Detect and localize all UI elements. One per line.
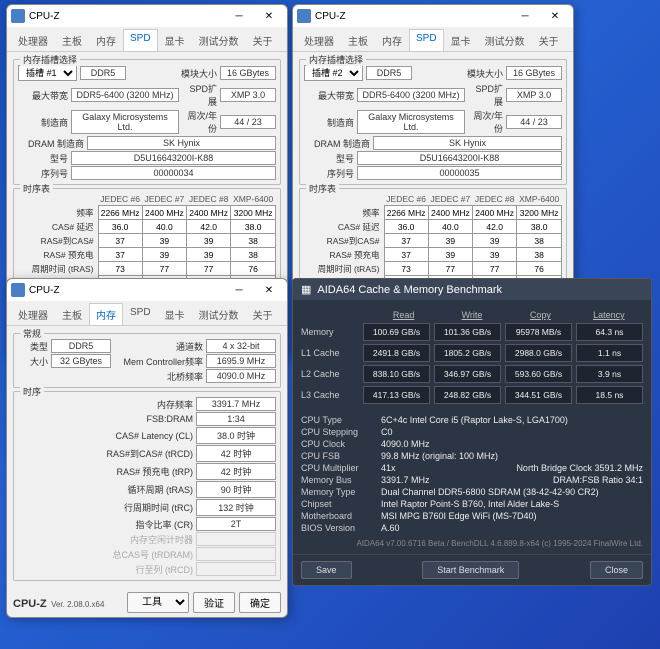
app-icon [297, 9, 311, 23]
window-title: CPU-Z [29, 285, 225, 296]
aida-titlebar[interactable]: ▦ AIDA64 Cache & Memory Benchmark [293, 279, 651, 300]
tab-4[interactable]: 显卡 [158, 29, 192, 51]
ok-button[interactable]: 确定 [239, 592, 281, 613]
aida-cols: Read Write Copy Latency [301, 310, 643, 320]
tab-1[interactable]: 主板 [55, 29, 89, 51]
tabs-spd: 处理器主板内存SPD显卡测试分数关于 [7, 27, 287, 52]
tab-6[interactable]: 关于 [246, 29, 280, 51]
tab-3[interactable]: SPD [123, 303, 158, 325]
verify-button[interactable]: 验证 [193, 592, 235, 613]
tabs-spd2: 处理器主板内存SPD显卡测试分数关于 [293, 27, 573, 52]
tab-3[interactable]: SPD [409, 29, 444, 51]
tab-4[interactable]: 显卡 [158, 303, 192, 325]
tab-2[interactable]: 内存 [375, 29, 409, 51]
minimize-button[interactable]: ─ [225, 281, 253, 299]
app-icon [11, 9, 25, 23]
tab-5[interactable]: 测试分数 [192, 29, 246, 51]
tab-6[interactable]: 关于 [246, 303, 280, 325]
memory-icon: ▦ [301, 283, 311, 296]
cpuz-memory: CPU-Z ─ ✕ 处理器主板内存SPD显卡测试分数关于 常规 类型 DDR5 … [6, 278, 288, 618]
tabs-mem: 处理器主板内存SPD显卡测试分数关于 [7, 301, 287, 326]
app-icon [11, 283, 25, 297]
save-button[interactable]: Save [301, 561, 352, 579]
tools-button[interactable]: 工具 [127, 592, 189, 613]
aida-footer: AIDA64 v7.00.6716 Beta / BenchDLL 4.6.88… [301, 539, 643, 548]
tab-1[interactable]: 主板 [55, 303, 89, 325]
tab-0[interactable]: 处理器 [11, 303, 55, 325]
titlebar[interactable]: CPU-Z ─ ✕ [7, 5, 287, 27]
start-benchmark-button[interactable]: Start Benchmark [422, 561, 519, 579]
close-button[interactable]: Close [590, 561, 643, 579]
tab-6[interactable]: 关于 [532, 29, 566, 51]
close-button[interactable]: ✕ [255, 281, 283, 299]
slot-select[interactable]: 插槽 #2 [304, 65, 363, 81]
minimize-button[interactable]: ─ [225, 7, 253, 25]
tab-5[interactable]: 测试分数 [192, 303, 246, 325]
tab-5[interactable]: 测试分数 [478, 29, 532, 51]
titlebar[interactable]: CPU-Z ─ ✕ [7, 279, 287, 301]
window-title: CPU-Z [315, 11, 511, 22]
tab-2[interactable]: 内存 [89, 29, 123, 51]
aida-info: CPU Type6C+4c Intel Core i5 (Raptor Lake… [301, 415, 643, 533]
tab-0[interactable]: 处理器 [297, 29, 341, 51]
titlebar[interactable]: CPU-Z ─ ✕ [293, 5, 573, 27]
tab-0[interactable]: 处理器 [11, 29, 55, 51]
tab-1[interactable]: 主板 [341, 29, 375, 51]
close-button[interactable]: ✕ [255, 7, 283, 25]
tab-4[interactable]: 显卡 [444, 29, 478, 51]
window-title: CPU-Z [29, 11, 225, 22]
minimize-button[interactable]: ─ [511, 7, 539, 25]
tab-3[interactable]: SPD [123, 29, 158, 51]
aida-rows: Memory100.69 GB/s101.36 GB/s95978 MB/s64… [301, 323, 643, 404]
tab-2[interactable]: 内存 [89, 303, 123, 325]
slot-select[interactable]: 插槽 #1 [18, 65, 77, 81]
close-button[interactable]: ✕ [541, 7, 569, 25]
aida64-window: ▦ AIDA64 Cache & Memory Benchmark Read W… [292, 278, 652, 586]
